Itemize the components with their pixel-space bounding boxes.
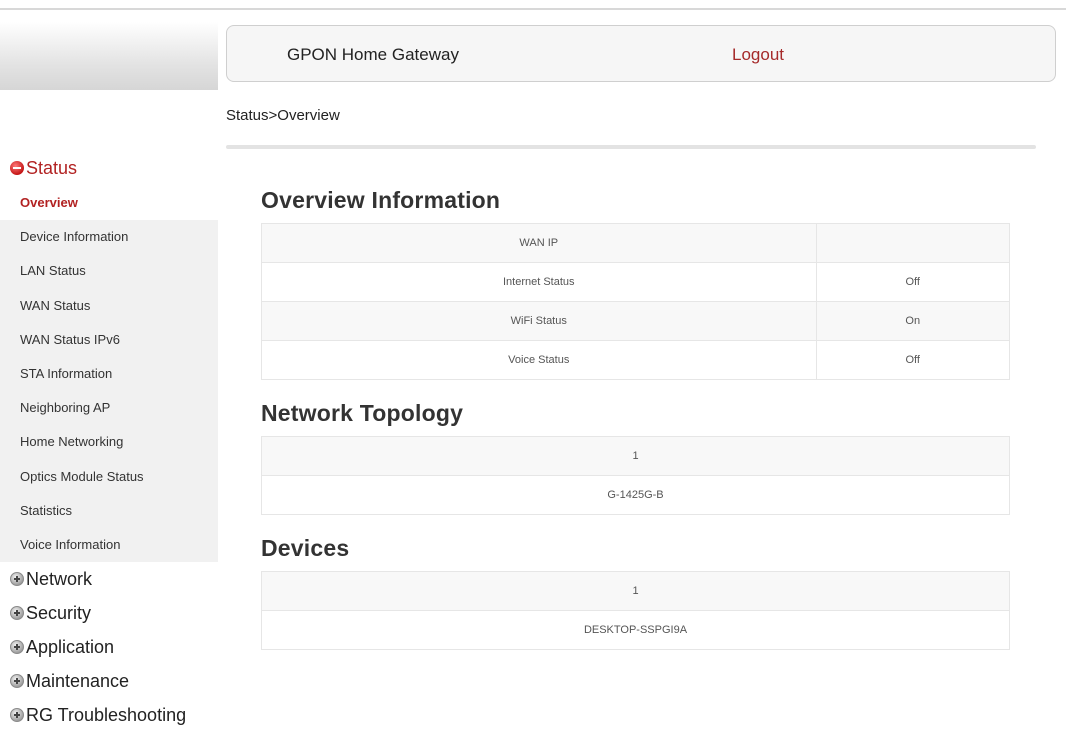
app-title: GPON Home Gateway bbox=[287, 45, 459, 64]
sidebar-item-overview[interactable]: Overview bbox=[0, 186, 218, 221]
topology-cell: 1 bbox=[261, 436, 1010, 476]
sidebar-menu-security[interactable]: Security bbox=[0, 596, 218, 630]
sidebar-item-device-information[interactable]: Device Information bbox=[0, 220, 218, 254]
breadcrumb: Status>Overview bbox=[226, 107, 340, 124]
devices-table: 1 DESKTOP-SSPGI9A bbox=[261, 571, 1010, 650]
table-row: 1 bbox=[261, 571, 1010, 611]
sidebar-menu-application[interactable]: Application bbox=[0, 630, 218, 664]
status-submenu: Overview Device Information LAN Status W… bbox=[0, 186, 218, 563]
row-value: On bbox=[815, 301, 1010, 341]
sidebar: Status Overview Device Information LAN S… bbox=[0, 150, 218, 732]
devices-title: Devices bbox=[261, 535, 350, 561]
row-label: WiFi Status bbox=[261, 301, 817, 341]
sidebar-menu-network[interactable]: Network bbox=[0, 562, 218, 596]
sidebar-item-home-networking[interactable]: Home Networking bbox=[0, 425, 218, 459]
sidebar-menu-rg-troubleshooting[interactable]: RG Troubleshooting bbox=[0, 698, 218, 732]
device-cell: 1 bbox=[261, 571, 1010, 611]
row-label: WAN IP bbox=[261, 223, 817, 263]
overview-title: Overview Information bbox=[261, 187, 501, 213]
device-cell: DESKTOP-SSPGI9A bbox=[261, 610, 1010, 650]
sidebar-item-wan-status-ipv6[interactable]: WAN Status IPv6 bbox=[0, 323, 218, 357]
expand-icon bbox=[10, 572, 24, 587]
overview-table: WAN IP Internet Status Off WiFi Status O… bbox=[261, 223, 1010, 380]
expand-icon bbox=[10, 640, 24, 655]
sidebar-item-voice-information[interactable]: Voice Information bbox=[0, 528, 218, 562]
sidebar-menu-label: Security bbox=[26, 602, 92, 623]
row-value: Off bbox=[815, 340, 1010, 380]
main-content: Overview Information WAN IP Internet Sta… bbox=[261, 185, 1011, 668]
breadcrumb-divider bbox=[226, 145, 1036, 149]
sidebar-menu-status[interactable]: Status bbox=[0, 150, 218, 186]
sidebar-item-sta-information[interactable]: STA Information bbox=[0, 357, 218, 391]
sidebar-menu-maintenance[interactable]: Maintenance bbox=[0, 664, 218, 698]
expand-icon bbox=[10, 606, 24, 621]
sidebar-menu-label: Network bbox=[26, 568, 93, 589]
sidebar-item-optics-module-status[interactable]: Optics Module Status bbox=[0, 460, 218, 494]
sidebar-menu-label: Application bbox=[26, 636, 115, 657]
table-row: Internet Status Off bbox=[261, 262, 1010, 302]
row-label: Internet Status bbox=[261, 262, 817, 302]
sidebar-menu-label: Maintenance bbox=[26, 670, 130, 691]
sidebar-menu-label: RG Troubleshooting bbox=[26, 704, 187, 725]
sidebar-item-statistics[interactable]: Statistics bbox=[0, 494, 218, 528]
table-row: WAN IP bbox=[261, 223, 1010, 263]
table-row: DESKTOP-SSPGI9A bbox=[261, 610, 1010, 650]
topology-table: 1 G-1425G-B bbox=[261, 436, 1010, 515]
sidebar-item-wan-status[interactable]: WAN Status bbox=[0, 289, 218, 323]
row-label: Voice Status bbox=[261, 340, 817, 380]
top-divider bbox=[0, 8, 1066, 10]
collapse-icon bbox=[10, 161, 24, 175]
table-row: WiFi Status On bbox=[261, 301, 1010, 341]
sidebar-item-neighboring-ap[interactable]: Neighboring AP bbox=[0, 391, 218, 425]
expand-icon bbox=[10, 708, 24, 723]
header-bar: GPON Home Gateway Logout bbox=[226, 25, 1056, 82]
table-row: 1 bbox=[261, 436, 1010, 476]
topology-cell: G-1425G-B bbox=[261, 475, 1010, 515]
expand-icon bbox=[10, 674, 24, 689]
topology-title: Network Topology bbox=[261, 400, 464, 426]
table-row: G-1425G-B bbox=[261, 475, 1010, 515]
row-value bbox=[815, 223, 1010, 263]
logo-area bbox=[0, 22, 218, 90]
sidebar-item-lan-status[interactable]: LAN Status bbox=[0, 254, 218, 288]
sidebar-menu-label: Status bbox=[26, 157, 78, 178]
logout-link[interactable]: Logout bbox=[732, 45, 784, 65]
table-row: Voice Status Off bbox=[261, 340, 1010, 380]
row-value: Off bbox=[815, 262, 1010, 302]
